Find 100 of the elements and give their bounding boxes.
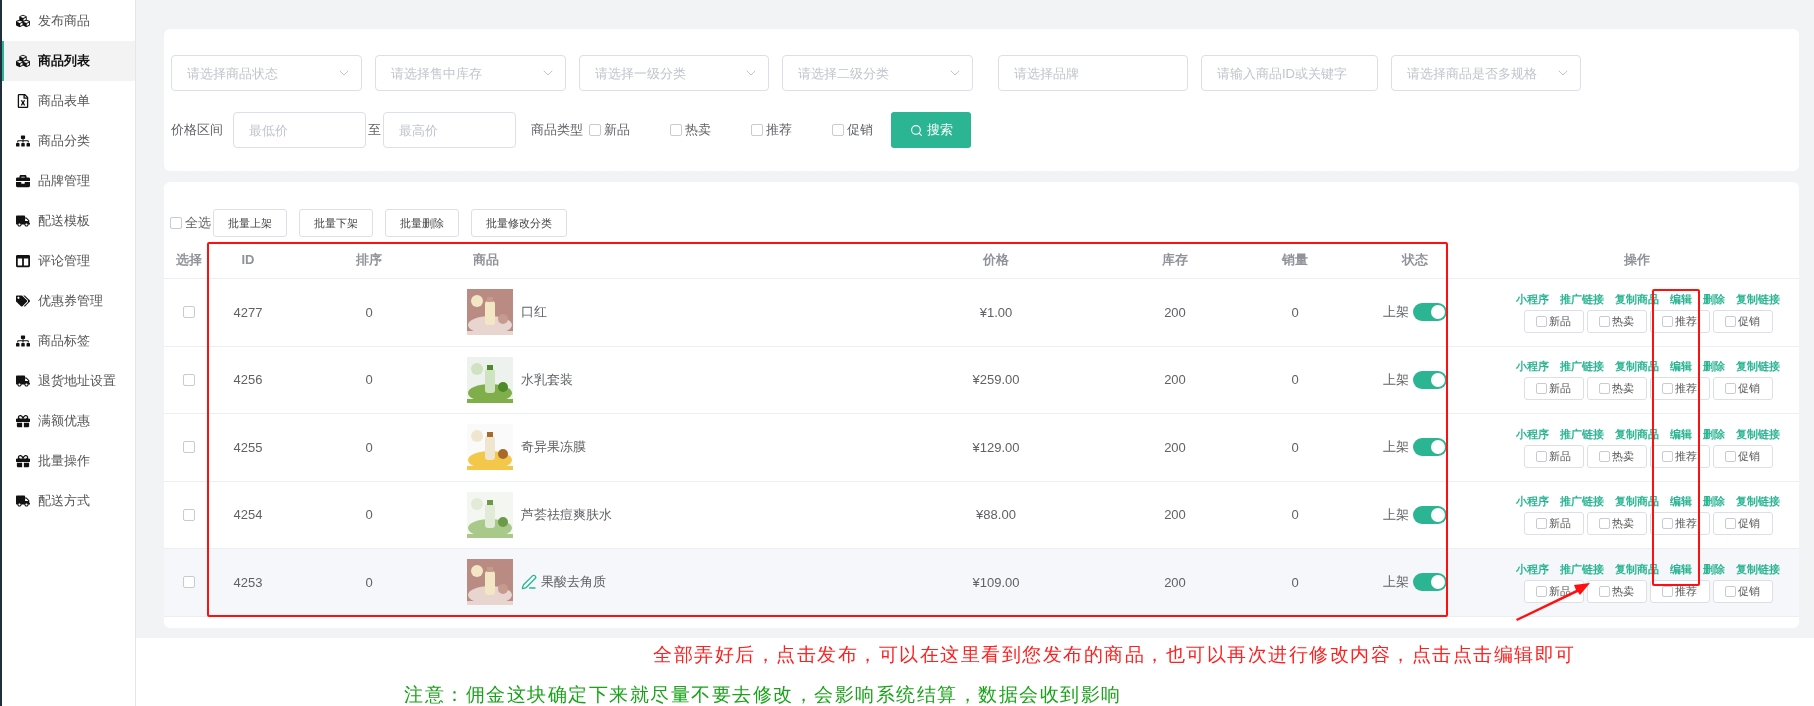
checkbox[interactable] <box>183 576 195 589</box>
checkbox[interactable] <box>183 373 195 386</box>
tag-button[interactable]: 促销 <box>1712 377 1773 401</box>
status-switch[interactable] <box>1413 505 1447 524</box>
column-header: 销量 <box>1280 250 1309 269</box>
checkbox[interactable] <box>1662 315 1673 327</box>
table-cell-text: 200 <box>1163 507 1187 523</box>
checkbox[interactable] <box>1536 450 1547 462</box>
checkbox[interactable] <box>1725 585 1736 597</box>
column-header: 状态 <box>1400 250 1429 269</box>
tag-button[interactable]: 热卖 <box>1586 309 1647 333</box>
checkbox[interactable] <box>170 217 182 229</box>
truck-icon <box>16 374 30 388</box>
select-field[interactable]: 请选择商品是否多规格 <box>1391 55 1581 91</box>
checkbox[interactable] <box>751 124 763 136</box>
tag-button[interactable]: 促销 <box>1712 512 1773 536</box>
select-field[interactable]: 请选择二级分类 <box>782 55 973 91</box>
tag-button[interactable]: 新品 <box>1523 377 1584 401</box>
input-field[interactable]: 最低价 <box>233 112 366 148</box>
checkbox[interactable] <box>1599 585 1610 597</box>
checkbox[interactable] <box>1662 383 1673 395</box>
checkbox[interactable] <box>1662 585 1673 597</box>
status-switch[interactable] <box>1413 303 1447 322</box>
pen-icon[interactable] <box>521 574 537 591</box>
tag-button[interactable]: 推荐 <box>1649 309 1710 333</box>
table-cell-text: 200 <box>1163 574 1187 590</box>
checkbox[interactable] <box>832 124 844 136</box>
tag-button[interactable]: 新品 <box>1523 309 1584 333</box>
batch-button[interactable]: 批量上架 <box>213 209 287 237</box>
table-cell-text: ¥88.00 <box>975 507 1017 523</box>
batch-button[interactable]: 批量下架 <box>299 209 373 237</box>
input-field[interactable]: 请选择品牌 <box>998 55 1188 91</box>
table-cell-text: 0 <box>1290 372 1300 388</box>
checkbox[interactable] <box>1662 450 1673 462</box>
tag-button[interactable]: 推荐 <box>1649 579 1710 603</box>
checkbox[interactable] <box>1725 450 1736 462</box>
checkbox-option[interactable]: 热卖 <box>670 121 711 139</box>
table-cell-text: 4253 <box>232 574 264 590</box>
tag-button[interactable]: 推荐 <box>1649 444 1710 468</box>
cubes-icon <box>16 14 30 28</box>
tag-button[interactable]: 促销 <box>1712 444 1773 468</box>
table-cell-text: 4254 <box>232 507 264 523</box>
sidebar-item[interactable]: 商品列表 <box>2 41 135 81</box>
gift-icon <box>16 414 30 428</box>
checkbox[interactable] <box>1599 450 1610 462</box>
checkbox[interactable] <box>1536 518 1547 530</box>
tag-button[interactable]: 推荐 <box>1649 377 1710 401</box>
checkbox[interactable] <box>1599 315 1610 327</box>
table-cell-text: 200 <box>1163 304 1187 320</box>
tag-button[interactable]: 热卖 <box>1586 579 1647 603</box>
tag-button[interactable]: 新品 <box>1523 512 1584 536</box>
checkbox[interactable] <box>1536 585 1547 597</box>
batch-button[interactable]: 批量修改分类 <box>471 209 567 237</box>
table-cell-text: ¥109.00 <box>971 574 1021 590</box>
table-cell-text: 0 <box>364 372 374 388</box>
status-label: 上架 <box>1383 505 1409 524</box>
checkbox[interactable] <box>1536 383 1547 395</box>
select-field[interactable]: 请选择商品状态 <box>171 55 362 91</box>
status-switch[interactable] <box>1413 370 1447 389</box>
hierarchy-icon <box>16 334 30 348</box>
table-cell-text: 0 <box>1290 304 1300 320</box>
checkbox[interactable] <box>670 124 682 136</box>
table-cell-text: 4256 <box>232 372 264 388</box>
checkbox[interactable] <box>1725 518 1736 530</box>
product-name: 水乳套装 <box>521 370 573 389</box>
checkbox[interactable] <box>1725 383 1736 395</box>
product-name: 奇异果冻膜 <box>521 438 586 457</box>
checkbox-option[interactable]: 促销 <box>832 121 873 139</box>
tag-button[interactable]: 热卖 <box>1586 512 1647 536</box>
table-cell-text: 200 <box>1163 439 1187 455</box>
column-header: 商品 <box>472 250 500 269</box>
checkbox[interactable] <box>183 508 195 521</box>
tag-button[interactable]: 促销 <box>1712 579 1773 603</box>
status-switch[interactable] <box>1413 438 1447 457</box>
checkbox-option[interactable]: 推荐 <box>751 121 792 139</box>
field-label: 价格区间 <box>171 121 223 139</box>
checkbox[interactable] <box>183 306 195 319</box>
column-header: 操作 <box>1623 250 1651 269</box>
table-cell-text: 0 <box>1290 574 1300 590</box>
tag-button[interactable]: 热卖 <box>1586 377 1647 401</box>
checkbox[interactable] <box>589 124 601 136</box>
checkbox[interactable] <box>1662 518 1673 530</box>
checkbox-option[interactable]: 全选 <box>170 214 211 232</box>
status-switch[interactable] <box>1413 573 1447 592</box>
cubes-icon <box>16 54 30 68</box>
checkbox[interactable] <box>1725 315 1736 327</box>
checkbox-option[interactable]: 新品 <box>589 121 630 139</box>
batch-button[interactable]: 批量删除 <box>385 209 459 237</box>
checkbox[interactable] <box>1536 315 1547 327</box>
tag-button[interactable]: 新品 <box>1523 444 1584 468</box>
checkbox[interactable] <box>1599 383 1610 395</box>
input-field[interactable]: 请输入商品ID或关键字 <box>1201 55 1378 91</box>
input-field[interactable]: 最高价 <box>383 112 516 148</box>
tag-button[interactable]: 推荐 <box>1649 512 1710 536</box>
checkbox[interactable] <box>1599 518 1610 530</box>
tag-button[interactable]: 热卖 <box>1586 444 1647 468</box>
tag-button[interactable]: 促销 <box>1712 309 1773 333</box>
select-field[interactable]: 请选择售中库存 <box>375 55 566 91</box>
product-name: 芦荟祛痘爽肤水 <box>521 505 612 524</box>
checkbox[interactable] <box>183 441 195 454</box>
